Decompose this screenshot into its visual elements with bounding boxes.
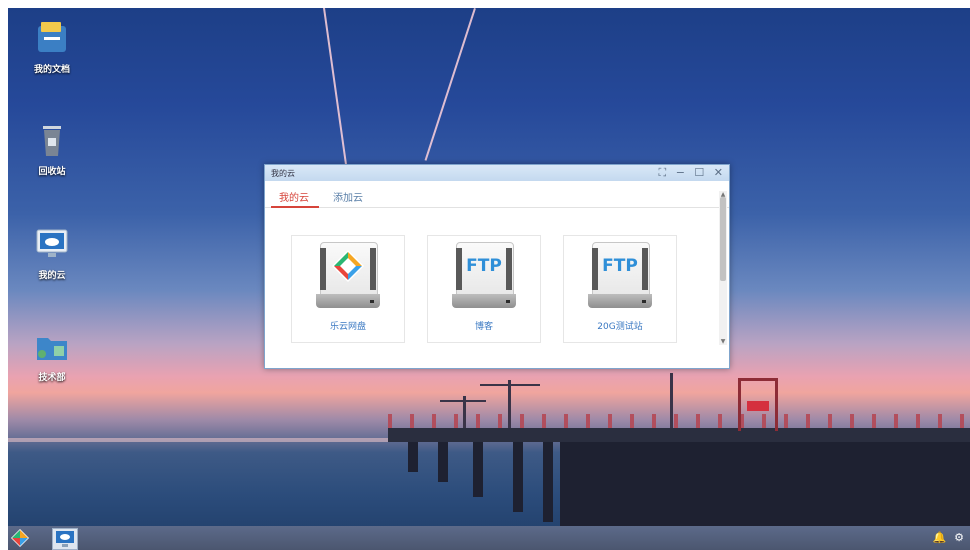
pier-leg <box>543 442 553 522</box>
desktop-icon-label: 回收站 <box>38 167 66 177</box>
desktop-icon-label: 技术部 <box>38 373 66 383</box>
document-folder-icon <box>34 20 70 56</box>
vertical-scrollbar[interactable]: ▲ ▼ <box>719 191 727 345</box>
cloud-item-label: 乐云网盘 <box>329 322 366 332</box>
ftp-drive-icon: FTP <box>588 242 652 310</box>
desktop: 我的文档 回收站 我的云 技术部 我的云 ⛶ − ☐ ✕ 我的云 添加云 乐云网… <box>8 8 970 550</box>
desktop-icon-label: 我的云 <box>38 271 66 281</box>
fullscreen-icon[interactable]: ⛶ <box>658 166 666 179</box>
window-controls: ⛶ − ☐ ✕ <box>652 166 723 180</box>
desktop-icon-my-documents[interactable]: 我的文档 <box>22 20 82 75</box>
maximize-icon[interactable]: ☐ <box>694 166 704 179</box>
pier-body <box>560 442 970 538</box>
pier-railing <box>388 414 970 428</box>
cloud-item-blog[interactable]: FTP 博客 <box>427 235 541 343</box>
light-beam <box>424 8 476 161</box>
cloud-monitor-icon <box>34 226 70 262</box>
window-titlebar[interactable]: 我的云 ⛶ − ☐ ✕ <box>265 165 729 181</box>
ftp-badge: FTP <box>602 256 638 276</box>
system-tray: 🔔 ⚙ <box>933 531 964 544</box>
notification-bell-icon[interactable]: 🔔 <box>933 531 947 544</box>
cloud-item-leyun[interactable]: 乐云网盘 <box>291 235 405 343</box>
scroll-down-arrow[interactable]: ▼ <box>719 338 727 345</box>
settings-icon[interactable]: ⚙ <box>954 531 964 544</box>
scrollbar-thumb[interactable] <box>720 197 726 281</box>
desktop-icon-tech-dept[interactable]: 技术部 <box>22 328 82 383</box>
pier-tower <box>738 378 778 431</box>
light-beam <box>323 8 348 167</box>
close-icon[interactable]: ✕ <box>714 166 723 179</box>
light-pole-bar <box>440 400 486 402</box>
cloud-item-label: 20G测试站 <box>597 322 643 332</box>
desktop-icon-label: 我的文档 <box>33 65 70 75</box>
pier-deck <box>388 428 970 442</box>
ftp-drive-icon: FTP <box>452 242 516 310</box>
tower-light <box>747 401 769 411</box>
desktop-icon-recycle-bin[interactable]: 回收站 <box>22 122 82 177</box>
ftp-badge: FTP <box>466 256 502 276</box>
active-tab-indicator <box>271 206 319 208</box>
tab-bar: 我的云 添加云 <box>265 181 729 208</box>
cloud-item-20g-test[interactable]: FTP 20G测试站 <box>563 235 677 343</box>
recycle-bin-icon <box>34 122 70 158</box>
minimize-icon[interactable]: − <box>676 166 685 179</box>
leyun-drive-icon <box>316 242 380 310</box>
taskbar: 🔔 ⚙ <box>8 526 970 550</box>
taskbar-my-cloud-button[interactable] <box>52 528 78 550</box>
pier-leg <box>408 442 418 472</box>
tab-add-cloud[interactable]: 添加云 <box>333 189 363 204</box>
cloud-item-label: 博客 <box>474 322 493 332</box>
tab-my-cloud[interactable]: 我的云 <box>279 189 309 204</box>
desktop-icon-my-cloud[interactable]: 我的云 <box>22 226 82 281</box>
light-pole-bar <box>480 384 540 386</box>
pier-leg <box>513 442 523 512</box>
pier-leg <box>438 442 448 482</box>
window-title: 我的云 <box>271 169 295 178</box>
my-cloud-window: 我的云 ⛶ − ☐ ✕ 我的云 添加云 乐云网盘 FTP 博客 FTP 20G测… <box>264 164 730 369</box>
network-folder-icon <box>34 328 70 364</box>
start-menu-icon[interactable] <box>10 528 30 548</box>
pier-leg <box>473 442 483 497</box>
